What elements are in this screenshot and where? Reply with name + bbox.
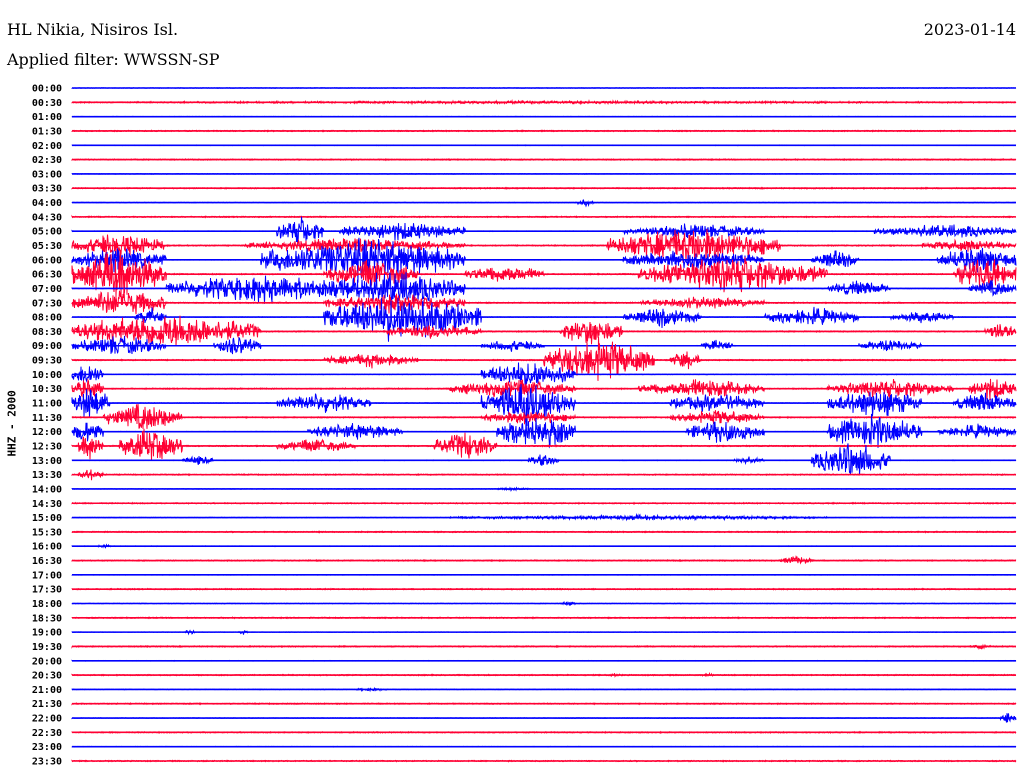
row-time-label: 01:30	[32, 126, 62, 137]
row-time-label: 06:30	[32, 270, 62, 281]
row-time-label: 23:30	[32, 757, 62, 768]
row-time-label: 02:30	[32, 155, 62, 166]
row-time-label: 07:00	[32, 284, 62, 295]
row-time-label: 07:30	[32, 298, 62, 309]
row-time-label: 05:30	[32, 241, 62, 252]
row-time-label: 03:00	[32, 169, 62, 180]
row-time-label: 15:00	[32, 513, 62, 524]
row-time-label: 11:00	[32, 399, 62, 410]
row-time-label: 03:30	[32, 184, 62, 195]
row-time-label: 06:00	[32, 255, 62, 266]
row-time-label: 22:00	[32, 714, 62, 725]
row-time-label: 13:30	[32, 470, 62, 481]
trace-row	[71, 362, 1017, 391]
row-time-label: 18:00	[32, 599, 62, 610]
row-time-label: 19:00	[32, 628, 62, 639]
row-time-label: 21:00	[32, 685, 62, 696]
row-time-label: 21:30	[32, 699, 62, 710]
row-time-label: 20:00	[32, 656, 62, 667]
row-time-label: 17:00	[32, 570, 62, 581]
row-time-label: 00:00	[32, 84, 62, 95]
row-time-label: 18:30	[32, 613, 62, 624]
row-time-label: 17:30	[32, 585, 62, 596]
row-time-label: 04:00	[32, 198, 62, 209]
trace-row	[71, 443, 1017, 476]
row-time-label: 04:30	[32, 212, 62, 223]
row-time-label: 20:30	[32, 671, 62, 682]
row-time-label: 16:30	[32, 556, 62, 567]
row-time-label: 02:00	[32, 141, 62, 152]
row-time-label: 11:30	[32, 413, 62, 424]
row-time-label: 12:30	[32, 441, 62, 452]
row-time-label: 09:00	[32, 341, 62, 352]
row-time-label: 05:00	[32, 227, 62, 238]
row-time-label: 19:30	[32, 642, 62, 653]
row-time-label: 09:30	[32, 356, 62, 367]
row-time-label: 22:30	[32, 728, 62, 739]
row-time-label: 16:00	[32, 542, 62, 553]
row-time-label: 10:30	[32, 384, 62, 395]
row-time-label: 15:30	[32, 527, 62, 538]
row-time-label: 14:00	[32, 484, 62, 495]
row-time-label: 10:00	[32, 370, 62, 381]
row-time-label: 08:30	[32, 327, 62, 338]
row-time-label: 00:30	[32, 98, 62, 109]
helicorder-plot: 00:00 00:30 01:00 01:30 02:00 02:30 03:00 03:30…	[32, 84, 1017, 768]
row-time-label: 14:30	[32, 499, 62, 510]
row-time-label: 23:00	[32, 742, 62, 753]
row-time-label: 12:00	[32, 427, 62, 438]
row-time-label: 13:00	[32, 456, 62, 467]
row-time-label: 01:00	[32, 112, 62, 123]
row-time-label: 08:00	[32, 313, 62, 324]
